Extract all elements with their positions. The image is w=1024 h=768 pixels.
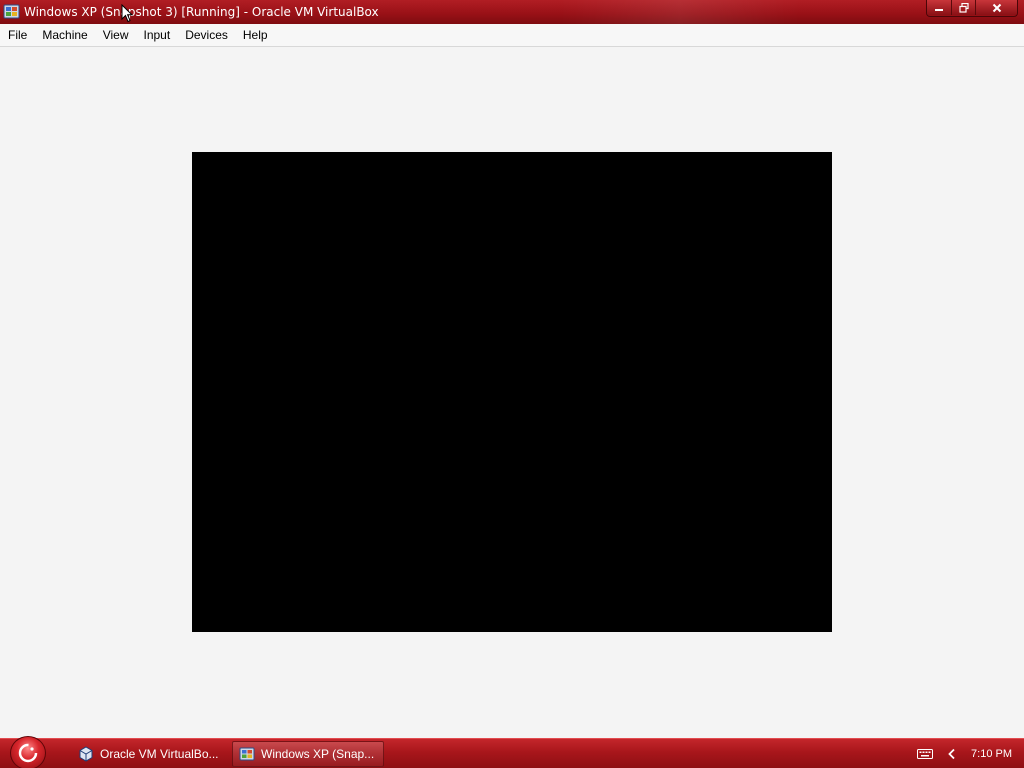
virtualbox-vm-icon — [3, 4, 20, 19]
menu-view[interactable]: View — [96, 24, 136, 46]
menu-help[interactable]: Help — [236, 24, 275, 46]
mouse-cursor-icon — [121, 4, 133, 23]
virtualbox-vm-icon — [239, 747, 255, 761]
menu-machine[interactable]: Machine — [35, 24, 94, 46]
close-button[interactable] — [975, 0, 1017, 15]
keyboard-icon[interactable] — [917, 748, 934, 760]
menu-file[interactable]: File — [1, 24, 34, 46]
menu-devices[interactable]: Devices — [178, 24, 235, 46]
desktop-screen: Windows XP (Snapshot 3) [Running] - Orac… — [0, 0, 1024, 768]
window-title: Windows XP (Snapshot 3) [Running] - Orac… — [24, 5, 379, 19]
start-orb-icon — [18, 743, 38, 763]
minimize-icon — [935, 8, 943, 11]
close-icon — [992, 3, 1001, 12]
taskbar-item-windows-xp-vm[interactable]: Windows XP (Snap... — [232, 741, 384, 767]
vm-display-screen[interactable] — [192, 152, 832, 632]
chevron-left-icon[interactable] — [947, 748, 957, 760]
titlebar-sheen — [560, 0, 800, 24]
start-button[interactable] — [10, 736, 46, 768]
taskbar: Oracle VM VirtualBo... Windows XP (Snap.… — [0, 736, 1024, 768]
taskbar-item-label: Oracle VM VirtualBo... — [100, 747, 219, 761]
taskbar-item-virtualbox-manager[interactable]: Oracle VM VirtualBo... — [72, 741, 228, 767]
menu-bar: File Machine View Input Devices Help — [0, 24, 1024, 47]
restore-button[interactable] — [951, 0, 975, 15]
taskbar-item-label: Windows XP (Snap... — [261, 747, 375, 761]
restore-icon — [958, 2, 969, 13]
minimize-button[interactable] — [927, 0, 951, 15]
system-tray: 7:10 PM — [917, 739, 1024, 768]
virtualbox-icon — [79, 746, 93, 762]
menu-input[interactable]: Input — [137, 24, 178, 46]
window-controls — [926, 0, 1018, 17]
taskbar-clock[interactable]: 7:10 PM — [971, 748, 1012, 760]
window-titlebar[interactable]: Windows XP (Snapshot 3) [Running] - Orac… — [0, 0, 1024, 24]
